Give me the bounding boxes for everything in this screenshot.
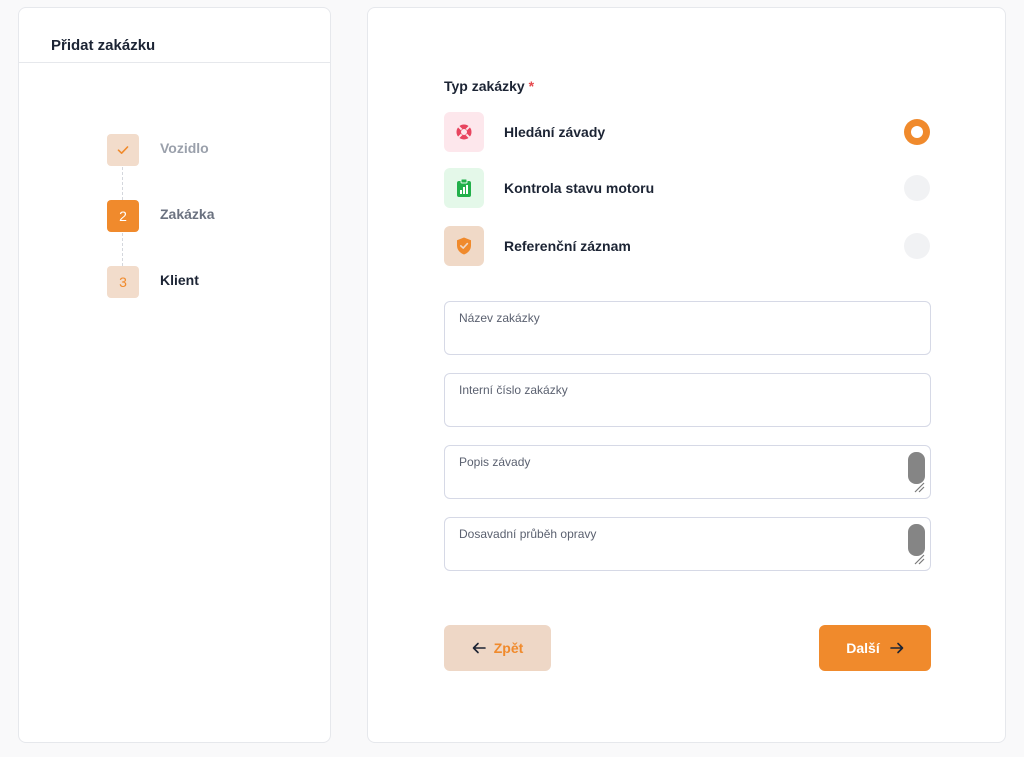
step-connector (122, 167, 123, 200)
required-mark: * (528, 78, 535, 94)
option-kontrola-motoru[interactable]: Kontrola stavu motoru (444, 168, 931, 208)
step-klient-badge: 3 (107, 266, 139, 298)
form-panel: Typ zakázky * Hledání závady Kontrola st… (367, 7, 1006, 743)
radio-kontrola-motoru[interactable] (904, 175, 930, 201)
field-label: Interní číslo zakázky (459, 383, 568, 397)
stepper-header: Přidat zakázku (19, 8, 330, 63)
step-zakazka-label: Zakázka (160, 206, 215, 222)
option-icon-box (444, 112, 484, 152)
option-icon-box (444, 226, 484, 266)
scrollbar-thumb[interactable] (908, 524, 925, 556)
page-title: Přidat zakázku (51, 37, 156, 54)
stepper-panel: Přidat zakázku Vozidlo 2 Zakázka 3 Klien… (18, 7, 331, 743)
order-type-label: Typ zakázky * (444, 78, 534, 94)
scrollbar-thumb[interactable] (908, 452, 925, 484)
order-type-label-text: Typ zakázky (444, 78, 525, 94)
lifebuoy-icon (456, 124, 472, 140)
radio-referencni-zaznam[interactable] (904, 233, 930, 259)
option-label: Kontrola stavu motoru (504, 180, 655, 196)
next-button[interactable]: Další (819, 625, 931, 671)
option-icon-box (444, 168, 484, 208)
order-name-input[interactable]: Název zakázky (444, 301, 931, 355)
step-vozidlo-badge (107, 134, 139, 166)
step-zakazka-badge: 2 (107, 200, 139, 232)
option-referencni-zaznam[interactable]: Referenční záznam (444, 226, 931, 266)
arrow-left-icon (472, 642, 486, 654)
back-button-label: Zpět (493, 640, 524, 656)
option-hledani-zavady[interactable]: Hledání závady (444, 112, 931, 152)
resize-handle-icon[interactable] (913, 553, 925, 565)
field-label: Dosavadní průběh opravy (459, 527, 597, 541)
field-label: Název zakázky (459, 311, 540, 325)
step-klient-label: Klient (160, 272, 199, 288)
clipboard-chart-icon (457, 178, 471, 197)
option-label: Hledání závady (504, 124, 606, 140)
radio-hledani-zavady[interactable] (904, 119, 930, 145)
step-vozidlo-label: Vozidlo (160, 140, 209, 156)
resize-handle-icon[interactable] (913, 481, 925, 493)
back-button[interactable]: Zpět (444, 625, 551, 671)
step-connector (122, 233, 123, 266)
check-icon (117, 146, 129, 154)
internal-number-input[interactable]: Interní číslo zakázky (444, 373, 931, 427)
repair-history-textarea[interactable]: Dosavadní průběh opravy (444, 517, 931, 571)
arrow-right-icon (889, 642, 904, 654)
fault-description-textarea[interactable]: Popis závady (444, 445, 931, 499)
shield-check-icon (457, 237, 471, 255)
option-label: Referenční záznam (504, 238, 631, 254)
next-button-label: Další (846, 640, 880, 656)
field-label: Popis závady (459, 455, 531, 469)
